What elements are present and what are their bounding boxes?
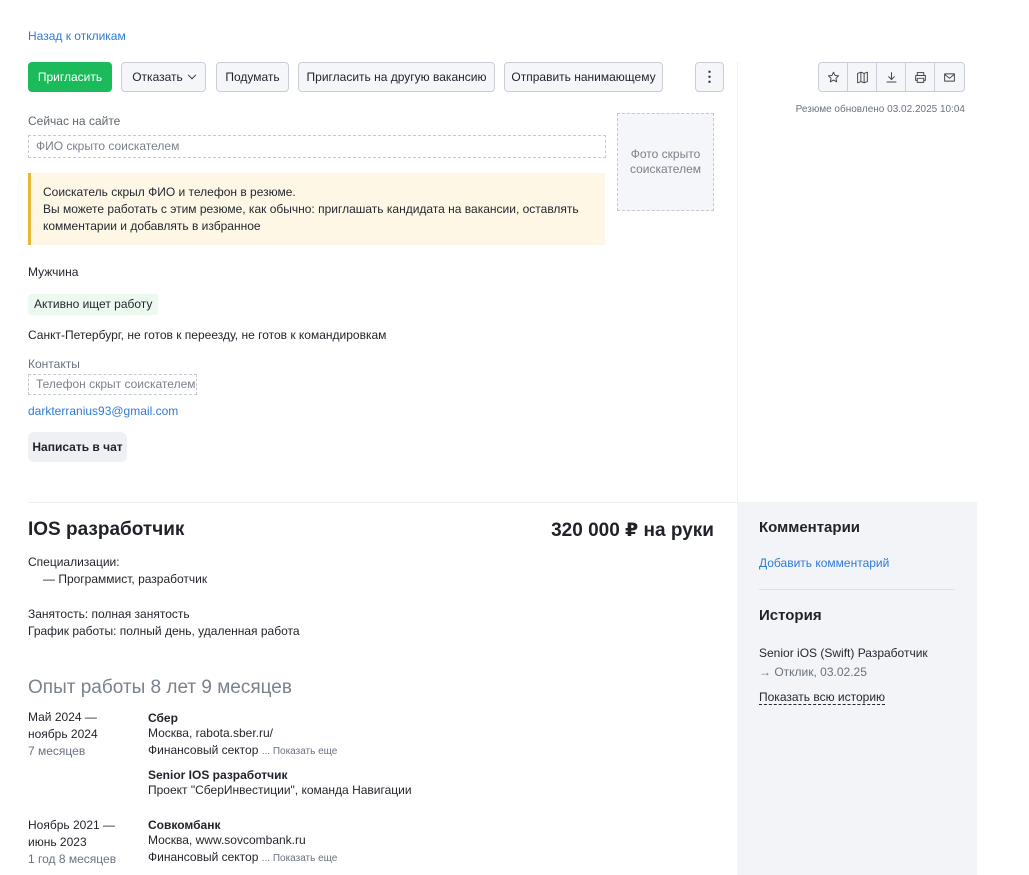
history-event: → Отклик, 03.02.25 [759,665,867,679]
mail-icon[interactable] [935,63,964,91]
send-to-manager-button[interactable]: Отправить нанимающему [504,62,663,92]
write-to-chat-button[interactable]: Написать в чат [28,432,127,462]
position-title: IOS разработчик [28,519,185,540]
employment-type: Занятость: полная занятость [28,607,190,621]
salary: 320 000 ₽ на руки [551,520,714,541]
back-to-responses-link[interactable]: Назад к откликам [28,29,126,43]
gender: Мужчина [28,265,79,279]
notice-line: комментарии и добавлять в избранное [43,219,261,233]
experience-title: Опыт работы 8 лет 9 месяцев [28,677,292,698]
job-search-status-badge: Активно ищет работу [28,294,159,315]
online-status: Сейчас на сайте [28,114,121,128]
phone-hidden-placeholder: Телефон скрыт соискателем [28,374,197,395]
experience-dates: Ноябрь 2021 — июнь 2023 1 год 8 месяцев [28,817,138,868]
add-comment-link[interactable]: Добавить комментарий [759,556,889,570]
company-sector: Финансовый сектор ... Показать еще [148,743,337,757]
download-icon[interactable] [877,63,906,91]
fio-hidden-placeholder: ФИО скрыто соискателем [28,135,606,158]
date-end: ноябрь 2024 [28,727,98,741]
history-title: История [759,607,822,624]
panel-divider [759,589,955,590]
invite-button[interactable]: Пригласить [28,62,112,92]
company-location: Москва, www.sovcombank.ru [148,833,306,847]
invite-other-vacancy-button[interactable]: Пригласить на другую вакансию [298,62,495,92]
resume-updated-timestamp: Резюме обновлено 03.02.2025 10:04 [795,104,965,115]
think-button[interactable]: Подумать [216,62,289,92]
work-schedule: График работы: полный день, удаленная ра… [28,624,300,638]
resume-actions-group [818,62,965,92]
email-link[interactable]: darkterranius93@gmail.com [28,404,178,418]
job-description: Проект "СберИнвестиции", команда Навигац… [148,783,412,797]
experience-dates: Май 2024 — ноябрь 2024 7 месяцев [28,709,138,760]
reject-dropdown-button[interactable]: Отказать [121,62,206,92]
specialization-item: — Программист, разработчик [43,572,208,586]
history-vacancy: Senior iOS (Swift) Разработчик [759,646,928,660]
comments-title: Комментарии [759,519,861,536]
date-end: июнь 2023 [28,835,87,849]
company-sector: Финансовый сектор ... Показать еще [148,850,337,864]
notice-line: Соискатель скрыл ФИО и телефон в резюме. [43,185,296,199]
company-location: Москва, rabota.sber.ru/ [148,726,274,740]
contacts-label: Контакты [28,357,80,371]
photo-hidden-placeholder: Фото скрыто соискателем [617,113,714,211]
location-info: Санкт-Петербург, не готов к переезду, не… [28,328,387,342]
job-role: Senior IOS разработчик [148,768,288,782]
company-name: Совкомбанк [148,818,221,832]
chevron-down-icon [187,70,197,80]
print-icon[interactable] [906,63,935,91]
reject-label: Отказать [132,70,183,84]
duration: 1 год 8 месяцев [28,852,117,866]
notice-line: Вы можете работать с этим резюме, как об… [43,202,579,216]
more-actions-button[interactable]: ⋮ [695,62,724,92]
map-icon[interactable] [848,63,877,91]
section-divider [28,502,737,503]
sector-label: Финансовый сектор [148,850,259,864]
show-all-history-link[interactable]: Показать всю историю [759,690,886,705]
duration: 7 месяцев [28,744,86,758]
sector-label: Финансовый сектор [148,743,259,757]
star-icon[interactable] [819,63,848,91]
date-start: Май 2024 — [28,710,97,724]
comments-history-panel: Комментарии Добавить комментарий История… [737,502,977,875]
hidden-data-notice: Соискатель скрыл ФИО и телефон в резюме.… [28,173,605,245]
company-name: Сбер [148,711,178,725]
show-more-link[interactable]: ... Показать еще [262,746,338,757]
specializations-label: Специализации: [28,555,120,569]
date-start: Ноябрь 2021 — [28,818,115,832]
show-more-link[interactable]: ... Показать еще [262,853,338,864]
column-divider [737,62,738,502]
